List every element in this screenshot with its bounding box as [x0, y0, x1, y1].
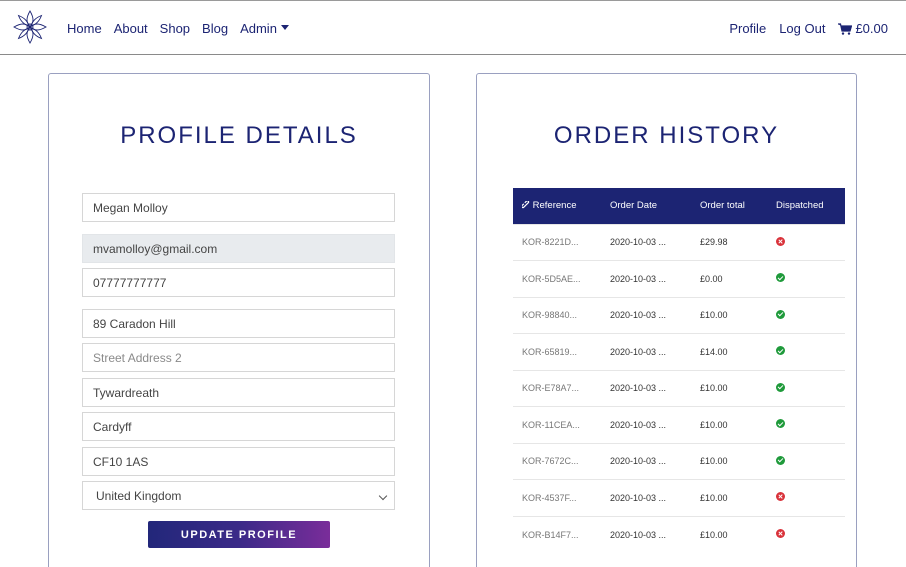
- order-date: 2020-10-03 ...: [601, 333, 691, 370]
- order-reference-link[interactable]: KOR-E78A7...: [513, 369, 601, 407]
- dispatched-status: [767, 515, 845, 553]
- street-address-1-field[interactable]: 89 Caradon Hill: [82, 309, 395, 338]
- cart-total: £0.00: [855, 21, 888, 36]
- order-history-card: ORDER HISTORY Reference Order Date Order…: [476, 73, 857, 567]
- dispatched-status: [767, 260, 845, 297]
- county-field[interactable]: Cardyff: [82, 412, 395, 441]
- order-total: £10.00: [691, 515, 767, 553]
- order-reference-link[interactable]: KOR-65819...: [513, 333, 601, 370]
- check-circle-icon: [776, 346, 785, 356]
- main-nav: Home About Shop Blog Admin: [67, 21, 289, 36]
- nav-admin-label: Admin: [240, 21, 277, 36]
- check-circle-icon: [776, 455, 785, 465]
- table-header-row: Reference Order Date Order total Dispatc…: [513, 188, 845, 224]
- dispatched-status: [767, 223, 845, 261]
- nav-home-link[interactable]: Home: [67, 21, 102, 36]
- link-icon: [521, 200, 530, 209]
- nav-shop-link[interactable]: Shop: [160, 21, 190, 36]
- order-date: 2020-10-03 ...: [601, 260, 691, 297]
- dispatched-status: [767, 333, 845, 370]
- table-row: KOR-98840... 2020-10-03 ... £10.00: [513, 296, 845, 334]
- lotus-logo-icon[interactable]: [12, 9, 48, 45]
- table-row: KOR-5D5AE... 2020-10-03 ... £0.00: [513, 260, 845, 297]
- order-total: £10.00: [691, 369, 767, 407]
- order-reference-link[interactable]: KOR-5D5AE...: [513, 260, 601, 297]
- order-date-column-header: Order Date: [601, 188, 691, 224]
- order-total: £10.00: [691, 296, 767, 334]
- table-row: KOR-7672C... 2020-10-03 ... £10.00: [513, 442, 845, 480]
- order-total: £0.00: [691, 260, 767, 297]
- check-circle-icon: [776, 309, 785, 319]
- check-circle-icon: [776, 273, 785, 283]
- order-total: £10.00: [691, 442, 767, 480]
- order-history-title: ORDER HISTORY: [553, 122, 780, 149]
- country-select[interactable]: United Kingdom: [82, 481, 395, 510]
- dispatched-status: [767, 406, 845, 443]
- order-date: 2020-10-03 ...: [601, 442, 691, 480]
- nav-admin-dropdown[interactable]: Admin: [240, 21, 289, 36]
- profile-card: PROFILE DETAILS Megan Molloy mvamolloy@g…: [48, 73, 430, 567]
- table-row: KOR-4537F... 2020-10-03 ... £10.00: [513, 479, 845, 516]
- nav-logout-link[interactable]: Log Out: [779, 21, 825, 36]
- nav-blog-link[interactable]: Blog: [202, 21, 228, 36]
- profile-title: PROFILE DETAILS: [120, 122, 358, 149]
- order-total: £29.98: [691, 223, 767, 261]
- nav-about-link[interactable]: About: [114, 21, 148, 36]
- caret-down-icon: [280, 25, 289, 30]
- table-row: KOR-65819... 2020-10-03 ... £14.00: [513, 333, 845, 370]
- order-reference-link[interactable]: KOR-11CEA...: [513, 406, 601, 443]
- country-select-value: United Kingdom: [96, 489, 182, 503]
- check-circle-icon: [776, 419, 785, 429]
- reference-header-label: Reference: [532, 200, 577, 212]
- times-circle-icon: [776, 492, 785, 502]
- user-nav: Profile Log Out £0.00: [729, 21, 888, 36]
- dispatched-status: [767, 296, 845, 334]
- cart-link[interactable]: £0.00: [838, 21, 888, 36]
- email-field: mvamolloy@gmail.com: [82, 234, 395, 263]
- table-row: KOR-E78A7... 2020-10-03 ... £10.00: [513, 369, 845, 407]
- order-history-table: Reference Order Date Order total Dispatc…: [513, 188, 845, 553]
- full-name-field[interactable]: Megan Molloy: [82, 193, 395, 222]
- navbar: Home About Shop Blog Admin Profile Log O…: [0, 0, 906, 55]
- update-profile-button[interactable]: UPDATE PROFILE: [148, 521, 330, 548]
- order-total: £10.00: [691, 406, 767, 443]
- order-date: 2020-10-03 ...: [601, 223, 691, 261]
- town-field[interactable]: Tywardreath: [82, 378, 395, 407]
- table-row: KOR-B14F7... 2020-10-03 ... £10.00: [513, 515, 845, 553]
- nav-profile-link[interactable]: Profile: [729, 21, 766, 36]
- order-date: 2020-10-03 ...: [601, 296, 691, 334]
- dispatched-status: [767, 442, 845, 480]
- dispatched-column-header: Dispatched: [767, 188, 845, 224]
- phone-field[interactable]: 07777777777: [82, 268, 395, 297]
- dispatched-status: [767, 479, 845, 516]
- reference-column-header: Reference: [513, 188, 601, 224]
- order-date: 2020-10-03 ...: [601, 515, 691, 553]
- order-reference-link[interactable]: KOR-B14F7...: [513, 515, 601, 553]
- order-date: 2020-10-03 ...: [601, 369, 691, 407]
- order-reference-link[interactable]: KOR-4537F...: [513, 479, 601, 516]
- order-total-column-header: Order total: [691, 188, 767, 224]
- order-reference-link[interactable]: KOR-7672C...: [513, 442, 601, 480]
- order-reference-link[interactable]: KOR-8221D...: [513, 223, 601, 261]
- check-circle-icon: [776, 382, 785, 392]
- order-total: £10.00: [691, 479, 767, 516]
- order-date: 2020-10-03 ...: [601, 479, 691, 516]
- dispatched-status: [767, 369, 845, 407]
- shopping-cart-icon: [838, 22, 853, 35]
- order-date: 2020-10-03 ...: [601, 406, 691, 443]
- street-address-2-field[interactable]: Street Address 2: [82, 343, 395, 372]
- chevron-down-icon: [378, 491, 388, 501]
- table-row: KOR-8221D... 2020-10-03 ... £29.98: [513, 223, 845, 261]
- postcode-field[interactable]: CF10 1AS: [82, 447, 395, 476]
- order-rows: KOR-8221D... 2020-10-03 ... £29.98 KOR-5D5A…: [513, 223, 845, 553]
- times-circle-icon: [776, 236, 785, 246]
- order-total: £14.00: [691, 333, 767, 370]
- table-row: KOR-11CEA... 2020-10-03 ... £10.00: [513, 406, 845, 443]
- times-circle-icon: [776, 529, 785, 538]
- order-reference-link[interactable]: KOR-98840...: [513, 296, 601, 334]
